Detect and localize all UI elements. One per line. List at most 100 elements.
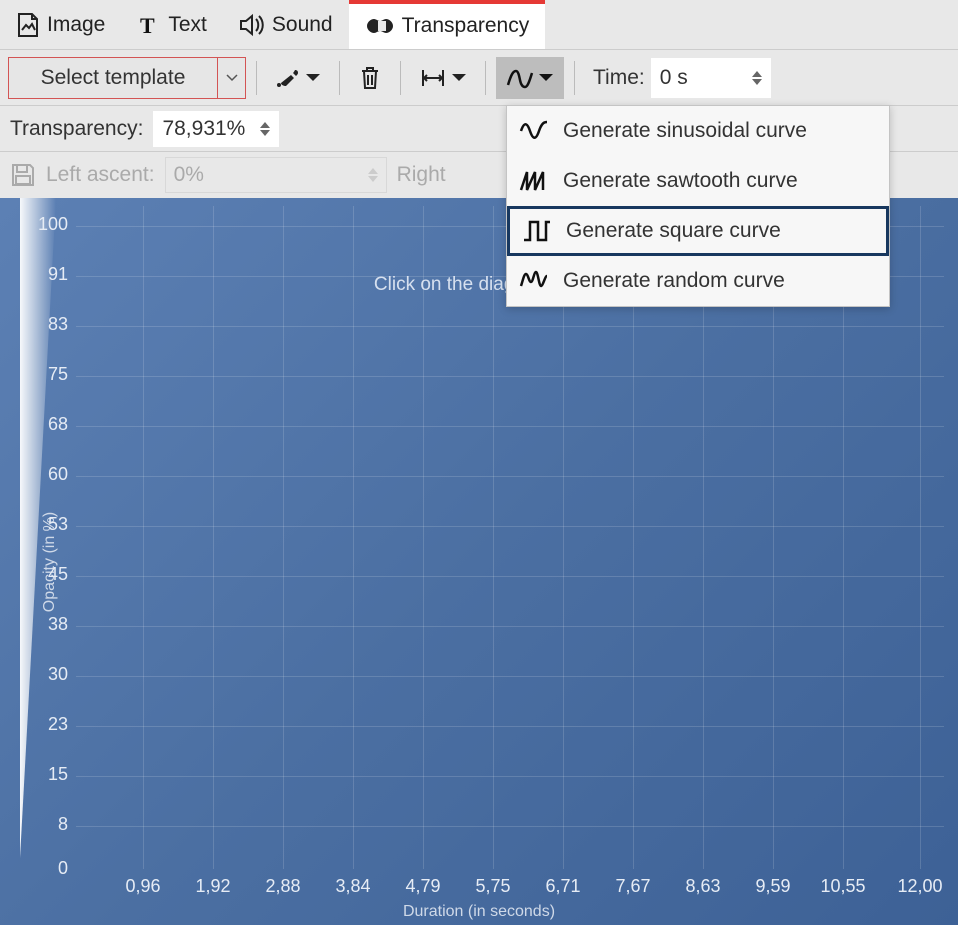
chevron-down-icon xyxy=(451,73,467,83)
x-tick: 6,71 xyxy=(545,876,580,897)
delete-button[interactable] xyxy=(350,57,390,99)
transparency-input[interactable]: 78,931% xyxy=(153,111,279,147)
svg-text:T: T xyxy=(140,13,155,37)
grid-line xyxy=(76,726,944,727)
dropdown-item-label: Generate sawtooth curve xyxy=(563,169,798,193)
transparency-icon xyxy=(365,15,395,37)
width-button[interactable] xyxy=(411,57,475,99)
divider xyxy=(400,61,401,95)
y-tick: 30 xyxy=(34,664,68,685)
divider xyxy=(485,61,486,95)
grid-line xyxy=(493,206,494,869)
sine-icon xyxy=(519,118,549,144)
grid-line xyxy=(213,206,214,869)
x-tick: 7,67 xyxy=(615,876,650,897)
left-ascent-label: Left ascent: xyxy=(46,163,155,187)
save-icon xyxy=(10,162,36,188)
wave-icon xyxy=(506,67,534,89)
dropdown-item-label: Generate random curve xyxy=(563,269,785,293)
chevron-down-icon xyxy=(305,73,321,83)
tab-image[interactable]: Image xyxy=(0,0,121,49)
image-icon xyxy=(16,12,40,38)
tab-transparency-label: Transparency xyxy=(402,14,530,38)
tab-sound-label: Sound xyxy=(272,13,333,37)
dropdown-item-square[interactable]: Generate square curve xyxy=(507,206,889,256)
width-icon xyxy=(419,67,447,89)
generate-curve-button[interactable] xyxy=(496,57,564,99)
grid-line xyxy=(76,426,944,427)
divider xyxy=(256,61,257,95)
pipette-button[interactable] xyxy=(267,57,329,99)
tab-image-label: Image xyxy=(47,13,105,37)
chevron-up-icon xyxy=(752,71,762,77)
chevron-up-icon xyxy=(368,168,378,174)
y-tick: 100 xyxy=(34,214,68,235)
x-tick: 10,55 xyxy=(820,876,865,897)
grid-line xyxy=(76,576,944,577)
y-tick: 8 xyxy=(34,814,68,835)
x-tick: 3,84 xyxy=(335,876,370,897)
y-tick: 0 xyxy=(34,858,68,879)
select-template-dropdown[interactable]: Select template xyxy=(8,57,246,99)
x-tick: 2,88 xyxy=(265,876,300,897)
divider xyxy=(574,61,575,95)
y-tick: 45 xyxy=(34,564,68,585)
transparency-label: Transparency: xyxy=(10,117,143,141)
text-icon: T xyxy=(137,13,161,37)
x-tick: 12,00 xyxy=(897,876,942,897)
y-tick: 53 xyxy=(34,514,68,535)
toolbar: Select template Time: 0 s xyxy=(0,50,958,106)
dropdown-item-label: Generate square curve xyxy=(566,219,781,243)
transparency-spinner[interactable] xyxy=(260,122,270,136)
grid-line xyxy=(76,626,944,627)
grid-line xyxy=(76,326,944,327)
grid-line xyxy=(76,476,944,477)
grid-line xyxy=(76,526,944,527)
random-wave-icon xyxy=(519,268,549,294)
chevron-down-icon xyxy=(260,130,270,136)
chevron-down-icon xyxy=(368,176,378,182)
y-tick: 75 xyxy=(34,364,68,385)
x-tick: 8,63 xyxy=(685,876,720,897)
left-ascent-input: 0% xyxy=(165,157,387,193)
dropdown-item-random[interactable]: Generate random curve xyxy=(507,256,889,306)
dropdown-item-sawtooth[interactable]: Generate sawtooth curve xyxy=(507,156,889,206)
grid-line xyxy=(920,206,921,869)
left-ascent-value: 0% xyxy=(174,163,368,187)
transparency-value: 78,931% xyxy=(162,117,260,141)
tab-transparency[interactable]: Transparency xyxy=(349,0,546,49)
y-tick: 91 xyxy=(34,264,68,285)
trash-icon xyxy=(358,65,382,91)
chevron-up-icon xyxy=(260,122,270,128)
chevron-down-icon xyxy=(538,73,554,83)
time-input[interactable]: 0 s xyxy=(651,58,771,98)
time-spinner[interactable] xyxy=(752,71,762,85)
grid-line xyxy=(283,206,284,869)
y-tick: 15 xyxy=(34,764,68,785)
opacity-chart[interactable]: Click on the diagram to a Opacity (in %)… xyxy=(0,198,958,925)
select-template-label: Select template xyxy=(9,66,217,90)
tab-sound[interactable]: Sound xyxy=(223,0,349,49)
grid-line xyxy=(76,376,944,377)
left-ascent-spinner xyxy=(368,168,378,182)
x-tick: 1,92 xyxy=(195,876,230,897)
y-tick: 38 xyxy=(34,614,68,635)
dropdown-item-label: Generate sinusoidal curve xyxy=(563,119,807,143)
x-tick: 0,96 xyxy=(125,876,160,897)
y-tick: 68 xyxy=(34,414,68,435)
chevron-down-icon xyxy=(752,79,762,85)
chevron-down-icon xyxy=(217,58,245,98)
grid-line xyxy=(76,826,944,827)
y-tick: 23 xyxy=(34,714,68,735)
x-tick: 9,59 xyxy=(755,876,790,897)
grid-line xyxy=(143,206,144,869)
right-ascent-label: Right xyxy=(397,163,446,187)
dropdown-item-sinusoidal[interactable]: Generate sinusoidal curve xyxy=(507,106,889,156)
time-label: Time: xyxy=(593,66,645,90)
y-tick: 83 xyxy=(34,314,68,335)
tab-text[interactable]: T Text xyxy=(121,0,223,49)
chart-x-axis-label: Duration (in seconds) xyxy=(403,903,555,921)
x-tick: 5,75 xyxy=(475,876,510,897)
sawtooth-icon xyxy=(519,168,549,194)
grid-line xyxy=(76,676,944,677)
